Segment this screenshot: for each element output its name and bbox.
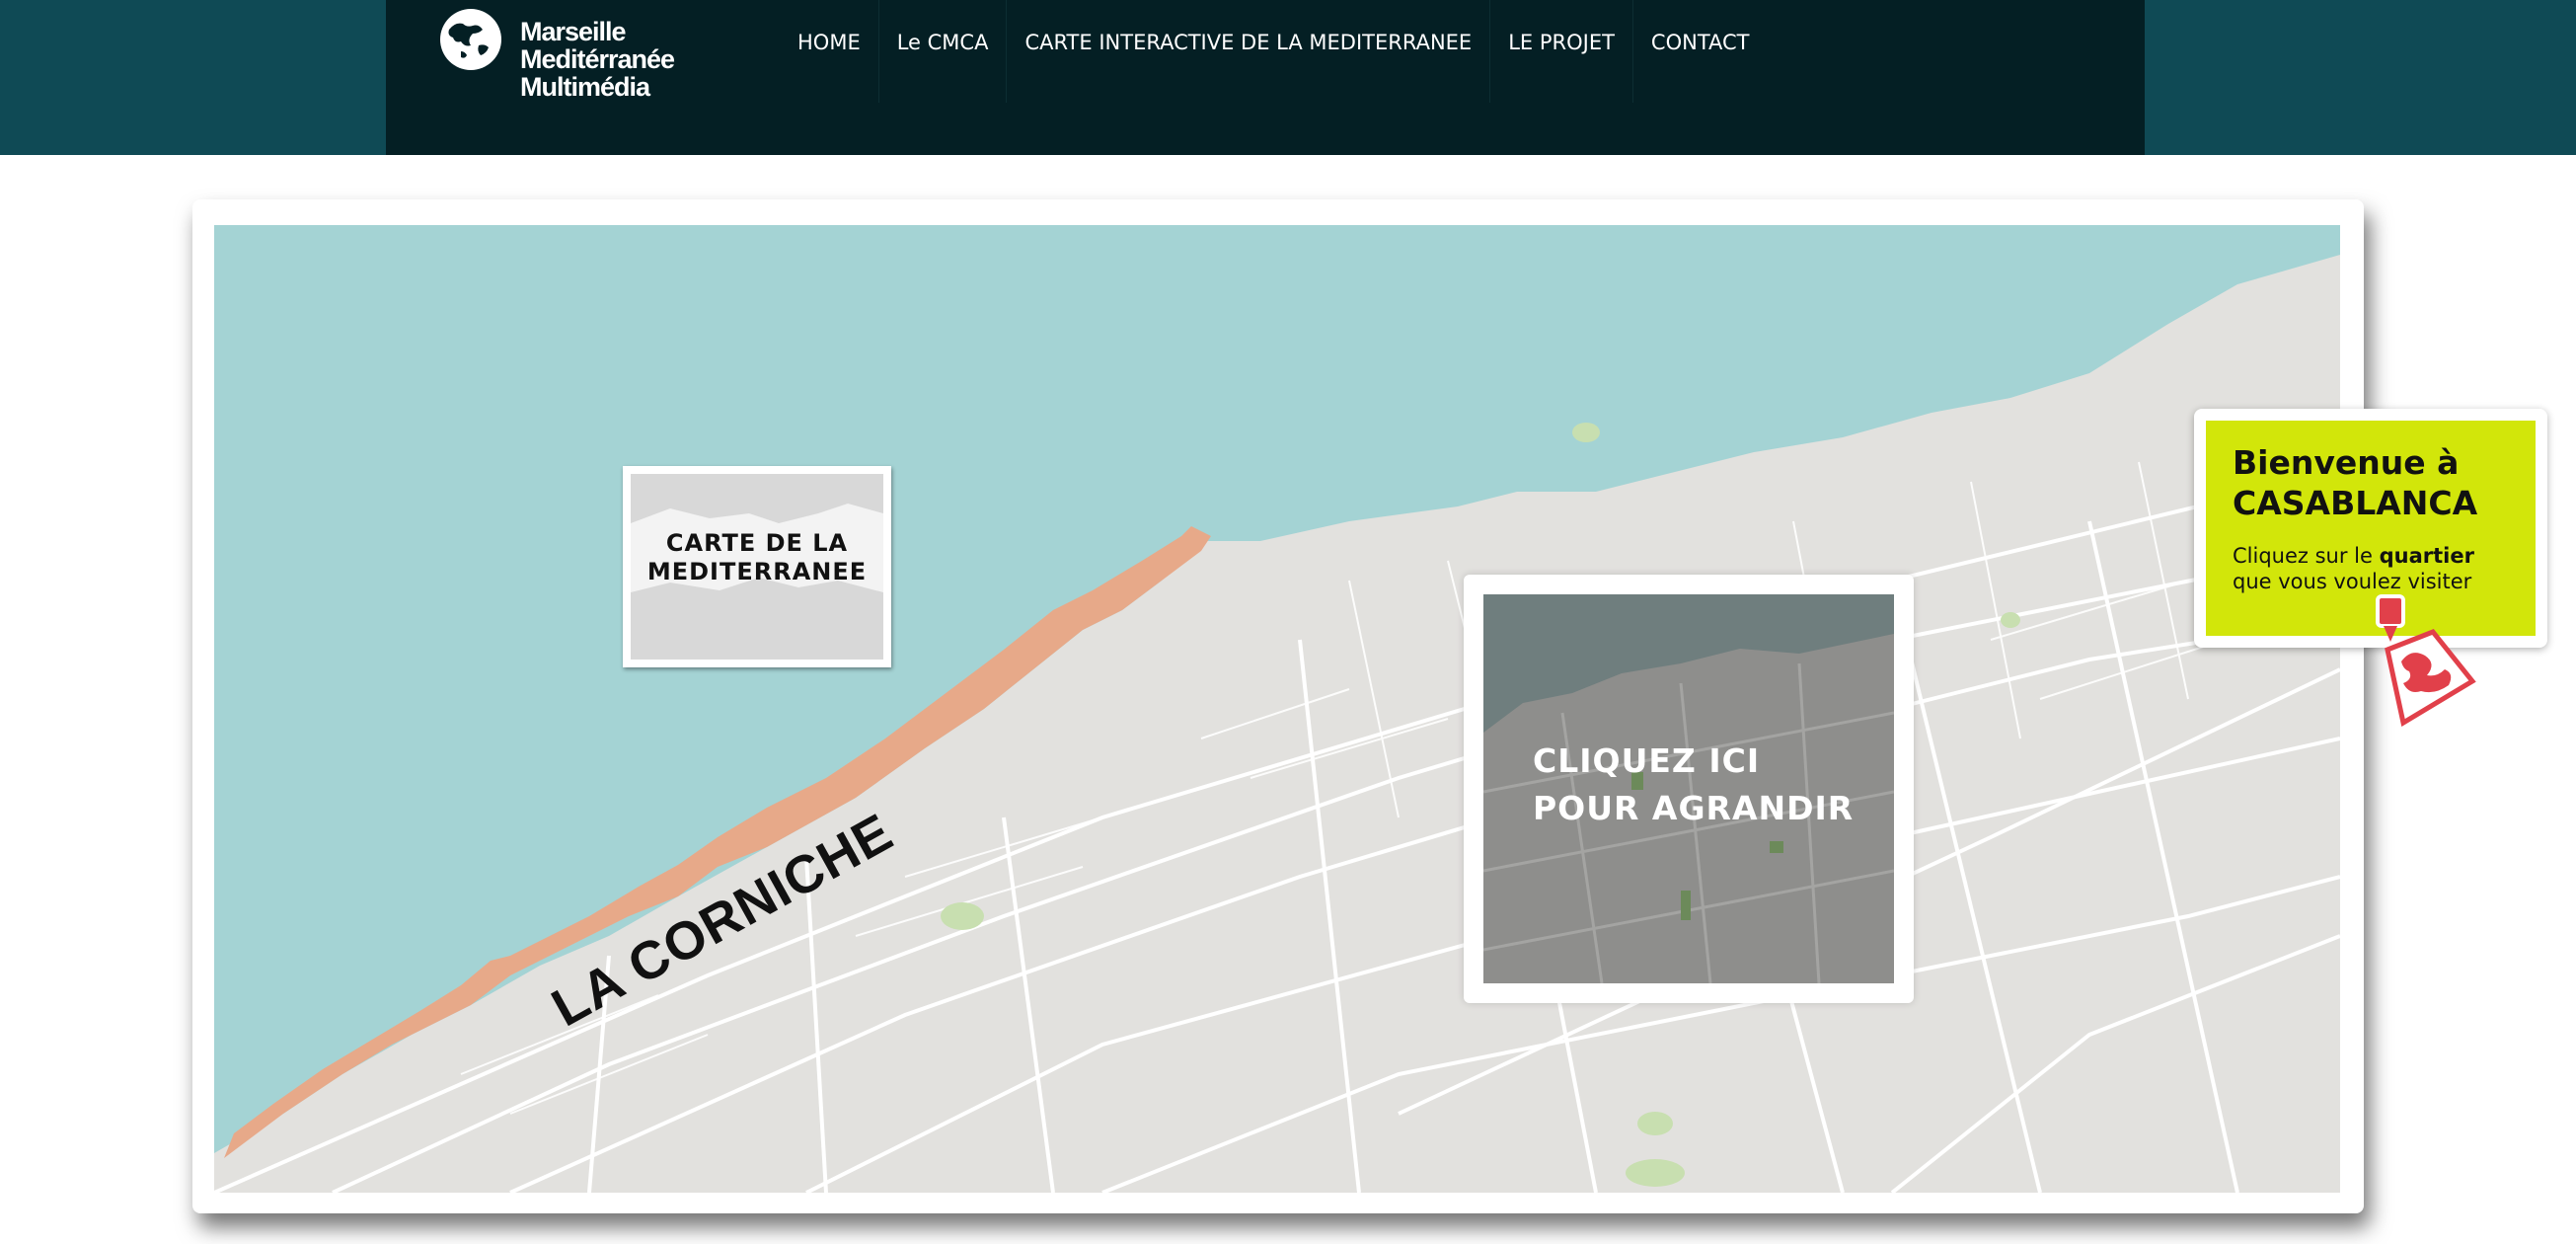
nav-item-projet[interactable]: LE PROJET	[1489, 0, 1632, 103]
welcome-title-line-1: Bienvenue à	[2233, 443, 2460, 482]
logo-wordmark: Marseille Meditérranée Multimédia	[520, 17, 675, 102]
welcome-title: Bienvenue à CASABLANCA	[2233, 442, 2477, 523]
zoom-map-link[interactable]: CLIQUEZ ICI POUR AGRANDIR	[1464, 575, 1914, 1003]
mediterranee-map-link[interactable]: CARTE DE LA MEDITERRANEE	[623, 466, 891, 667]
map-frame: LA CORNICHE CARTE DE LA MEDITERRANEE CLI…	[192, 199, 2547, 1213]
logo-line-2: Meditérranée	[520, 44, 675, 74]
welcome-text-prefix: Cliquez sur le	[2233, 544, 2380, 568]
mediterranee-label: CARTE DE LA MEDITERRANEE	[631, 529, 883, 586]
welcome-instructions: Cliquez sur le quartier que vous voulez …	[2233, 543, 2474, 594]
zoom-label: CLIQUEZ ICI POUR AGRANDIR	[1533, 738, 1854, 832]
site-header: Marseille Meditérranée Multimédia HOME L…	[386, 0, 2145, 155]
welcome-title-line-2: CASABLANCA	[2233, 484, 2478, 522]
logo-line-3: Multimédia	[520, 72, 650, 102]
welcome-text-bold: quartier	[2379, 544, 2474, 568]
welcome-text-line-2: que vous voulez visiter	[2233, 570, 2472, 593]
mediterranee-thumbnail: CARTE DE LA MEDITERRANEE	[631, 474, 883, 660]
mediterranee-label-line-2: MEDITERRANEE	[646, 558, 868, 585]
site-logo[interactable]: Marseille Meditérranée Multimédia	[439, 6, 696, 109]
casablanca-map[interactable]: LA CORNICHE	[214, 225, 2340, 1193]
district-pin-icon	[2376, 594, 2476, 727]
mediterranee-label-line-1: CARTE DE LA	[665, 529, 849, 557]
welcome-text-line-1: Cliquez sur le quartier	[2233, 543, 2474, 569]
nav-item-home[interactable]: HOME	[780, 0, 878, 103]
zoom-label-line-2: POUR AGRANDIR	[1533, 789, 1855, 827]
logo-line-1: Marseille	[520, 17, 627, 46]
sea-area	[214, 225, 2340, 1153]
nav-item-carte-interactive[interactable]: CARTE INTERACTIVE DE LA MEDITERRANEE	[1006, 0, 1489, 103]
zoom-thumbnail: CLIQUEZ ICI POUR AGRANDIR	[1483, 594, 1894, 983]
globe-icon	[440, 9, 501, 70]
zoom-label-line-1: CLIQUEZ ICI	[1533, 741, 1761, 780]
nav-item-cmca[interactable]: Le CMCA	[877, 0, 1007, 103]
nav-item-contact[interactable]: CONTACT	[1631, 0, 1768, 103]
main-nav: HOME Le CMCA CARTE INTERACTIVE DE LA MED…	[780, 0, 1768, 103]
map-canvas	[214, 225, 2340, 1193]
